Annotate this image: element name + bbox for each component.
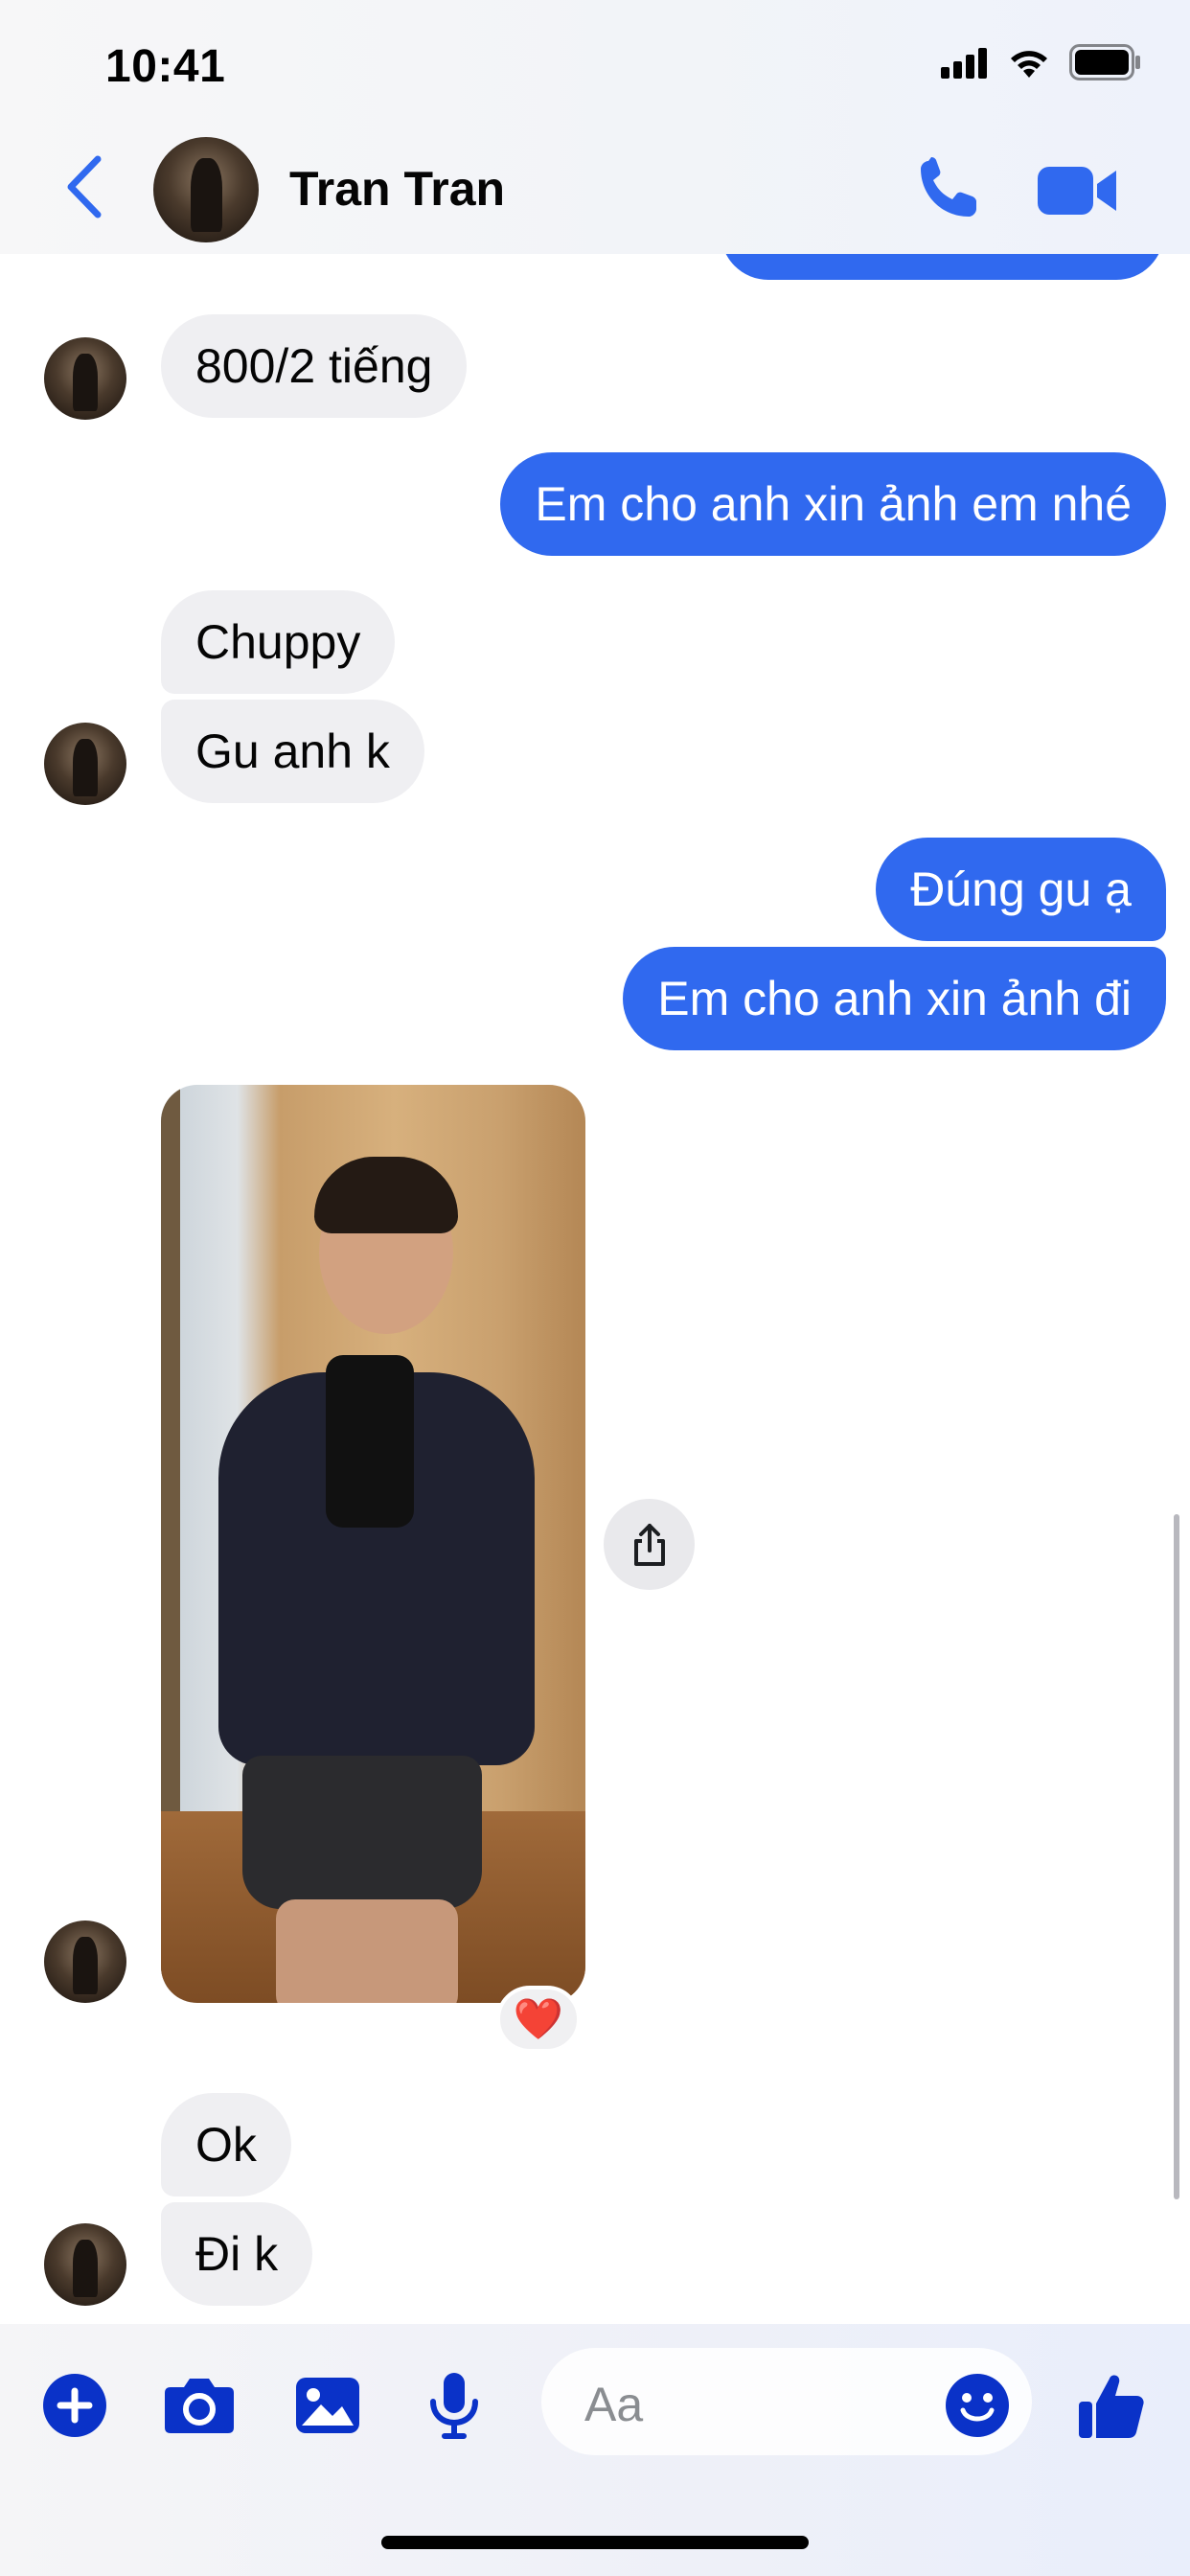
smiley-emoji-icon — [946, 2374, 1009, 2437]
sender-avatar[interactable] — [44, 337, 126, 420]
thumbs-up-icon — [1079, 2375, 1144, 2438]
like-button[interactable] — [1073, 2367, 1150, 2444]
photo-message[interactable] — [161, 1085, 585, 2003]
image-gallery-icon — [296, 2378, 359, 2433]
sender-avatar[interactable] — [44, 2223, 126, 2306]
contact-name[interactable]: Tran Tran — [289, 161, 505, 217]
message-bubble-incoming[interactable]: Chuppy — [161, 590, 396, 694]
share-button[interactable] — [604, 1499, 695, 1590]
contact-avatar[interactable] — [153, 137, 259, 242]
sender-avatar[interactable] — [44, 723, 126, 805]
camera-icon — [165, 2379, 234, 2433]
microphone-icon — [430, 2373, 478, 2439]
phone-call-icon[interactable] — [915, 155, 982, 222]
emoji-button[interactable] — [939, 2367, 1016, 2444]
camera-button[interactable] — [161, 2367, 238, 2444]
message-bubble-incoming[interactable]: Đi k — [161, 2202, 313, 2306]
message-bubble-incoming[interactable]: Ok — [161, 2093, 291, 2196]
home-indicator[interactable] — [381, 2536, 809, 2549]
chat-header: 10:41 Tran Tran — [0, 0, 1190, 254]
voice-message-button[interactable] — [416, 2367, 492, 2444]
add-button[interactable] — [36, 2367, 113, 2444]
message-bubble-incoming[interactable]: 800/2 tiếng — [161, 314, 468, 418]
back-chevron-icon[interactable] — [61, 153, 109, 220]
message-bubble-outgoing[interactable]: Em cho anh xin ảnh đi — [623, 947, 1166, 1050]
message-bubble-outgoing[interactable]: Đúng gu ạ — [876, 838, 1166, 941]
plus-icon — [43, 2374, 106, 2437]
share-icon — [633, 1523, 665, 1566]
scrollbar[interactable] — [1174, 1514, 1179, 2199]
video-call-icon[interactable] — [1038, 161, 1119, 220]
message-bubble-outgoing[interactable]: Em cho anh xin ảnh em nhé — [500, 452, 1166, 556]
battery-icon — [1069, 44, 1140, 80]
gallery-button[interactable] — [289, 2367, 366, 2444]
cellular-signal-icon — [941, 48, 987, 79]
wifi-icon — [1011, 51, 1047, 78]
status-icons — [941, 44, 1142, 80]
heart-reaction[interactable]: ❤️ — [496, 1986, 581, 2053]
message-input-placeholder: Aa — [584, 2378, 644, 2431]
status-time: 10:41 — [105, 41, 226, 92]
sender-avatar[interactable] — [44, 1920, 126, 2003]
message-bubble-incoming[interactable]: Gu anh k — [161, 700, 424, 803]
